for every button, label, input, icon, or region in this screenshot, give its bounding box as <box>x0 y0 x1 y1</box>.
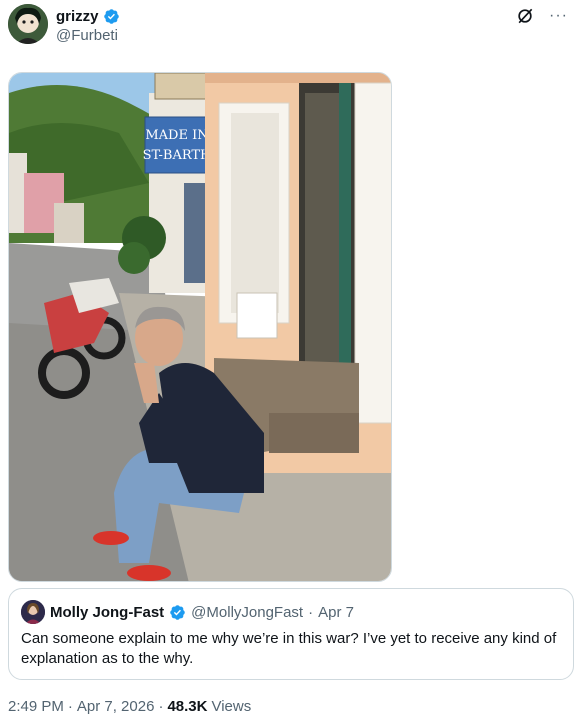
more-icon[interactable]: ··· <box>549 6 568 26</box>
tweet-meta: 2:49 PM · Apr 7, 2026 · 48.3K Views <box>8 698 251 715</box>
author-avatar[interactable] <box>8 4 48 44</box>
author-handle[interactable]: @Furbeti <box>56 27 120 44</box>
quoted-author-handle: @MollyJongFast <box>191 603 304 621</box>
author-name-block: grizzy @Furbeti <box>56 6 120 44</box>
tweet-top-actions: ··· <box>515 6 568 26</box>
verified-badge-icon <box>170 604 185 620</box>
tweet-date[interactable]: Apr 7, 2026 <box>77 698 155 715</box>
quoted-separator: · <box>308 603 314 621</box>
meta-separator: · <box>67 698 73 715</box>
quoted-author-avatar <box>21 600 45 624</box>
tweet-header: grizzy @Furbeti ··· <box>8 4 568 48</box>
quoted-tweet-text: Can someone explain to me why we’re in t… <box>21 630 557 667</box>
quoted-date: Apr 7 <box>318 603 354 621</box>
grok-icon[interactable] <box>515 6 535 26</box>
views-count: 48.3K <box>167 698 208 715</box>
author-display-name[interactable]: grizzy <box>56 8 99 25</box>
tweet-time[interactable]: 2:49 PM <box>8 698 64 715</box>
quoted-tweet[interactable]: Molly Jong-Fast @MollyJongFast · Apr 7 C… <box>8 588 574 680</box>
verified-badge-icon <box>103 8 119 24</box>
tweet-photo[interactable]: MADE IN ST-BARTH <box>8 72 392 582</box>
sign-text-line2: ST-BARTH <box>143 148 212 163</box>
views-label: Views <box>211 698 252 715</box>
meta-separator: · <box>158 698 164 715</box>
sign-text-line1: MADE IN <box>145 128 208 143</box>
quoted-author-name: Molly Jong-Fast <box>50 603 165 621</box>
quoted-tweet-header: Molly Jong-Fast @MollyJongFast · Apr 7 <box>21 600 354 624</box>
